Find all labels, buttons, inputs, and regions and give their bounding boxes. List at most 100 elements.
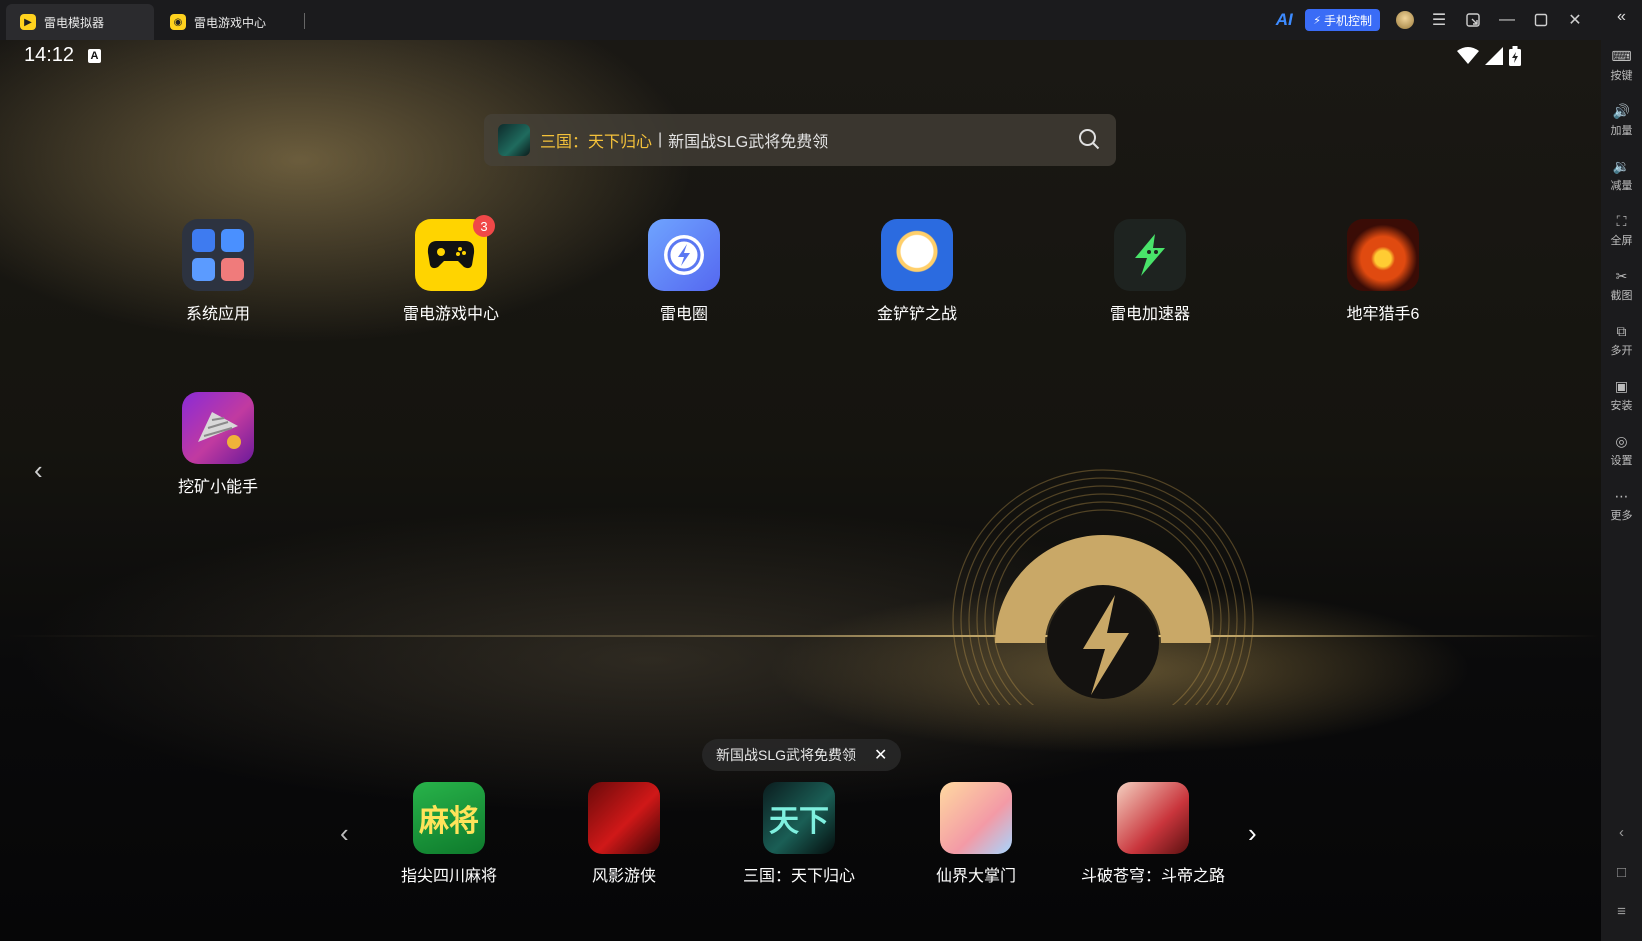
sidebar-label: 安装 — [1610, 400, 1633, 412]
search-text: 新国战SLG武将免费领 — [668, 134, 829, 151]
previous-page-arrow-icon[interactable]: ‹ — [34, 455, 43, 486]
notification-badge: 3 — [473, 215, 495, 237]
app-system-apps[interactable]: 系统应用 — [143, 219, 293, 324]
dock-app-sanguo[interactable]: 天下 三国：天下归心 — [714, 782, 884, 886]
phone-control-button[interactable]: 手机控制 — [1305, 9, 1380, 31]
app-label: 指尖四川麻将 — [400, 868, 497, 885]
android-home-icon[interactable]: □ — [1601, 864, 1642, 881]
sidebar-item-screenshot[interactable]: ✂ 截图 — [1601, 267, 1642, 303]
window-controls: AI 手机控制 ☰ — ✕ — [1267, 0, 1642, 40]
search-icon[interactable] — [1078, 128, 1100, 150]
mini-window-button[interactable] — [1456, 0, 1490, 40]
game-heroine-icon — [1117, 782, 1189, 854]
game-calligraphy-icon: 天下 — [763, 782, 835, 854]
maximize-button[interactable] — [1524, 0, 1558, 40]
close-button[interactable]: ✕ — [1558, 0, 1592, 40]
title-bar: ▶ 雷电模拟器 ◉ 雷电游戏中心 AI 手机控制 ☰ — ✕ — [0, 0, 1642, 40]
sidebar-item-install[interactable]: ▣ 安装 — [1601, 377, 1642, 413]
close-icon: ✕ — [1568, 12, 1582, 29]
ldplayer-logo-wallpaper-icon — [952, 469, 1254, 705]
android-back-icon[interactable]: ‹ — [1601, 824, 1642, 841]
android-screen: 14:12 A 三国：天下归心 | 新国战SLG武将免费领 系统应用 3 雷电游… — [0, 40, 1601, 941]
minimize-button[interactable]: — — [1490, 0, 1524, 40]
app-game-center[interactable]: 3 雷电游戏中心 — [376, 215, 526, 324]
app-label: 仙界大掌门 — [935, 868, 1016, 885]
sidebar-label: 减量 — [1610, 180, 1633, 192]
promo-tooltip: 新国战SLG武将免费领 ✕ — [702, 739, 902, 771]
dock-app-doupo[interactable]: 斗破苍穹：斗帝之路 — [1068, 782, 1238, 886]
gamepad-icon: 3 — [415, 215, 495, 291]
apk-install-icon: ▣ — [1614, 378, 1629, 394]
app-label: 雷电加速器 — [1109, 306, 1190, 323]
dock-next-arrow-icon[interactable]: › — [1248, 818, 1257, 849]
app-label: 挖矿小能手 — [177, 479, 258, 496]
tab-game-center[interactable]: ◉ 雷电游戏中心 — [156, 4, 296, 40]
app-label: 斗破苍穹：斗帝之路 — [1080, 868, 1225, 885]
tab-divider — [304, 13, 305, 29]
wallpaper-horizon — [0, 635, 1601, 637]
settings-icon: ◎ — [1615, 433, 1628, 449]
more-icon: ⋯ — [1614, 488, 1629, 504]
dock-prev-arrow-icon[interactable]: ‹ — [340, 818, 349, 849]
sidebar-label: 更多 — [1610, 510, 1633, 522]
game-penguin-icon — [881, 219, 953, 291]
sidebar-item-settings[interactable]: ◎ 设置 — [1601, 432, 1642, 468]
close-icon[interactable]: ✕ — [874, 745, 887, 765]
battery-charging-icon — [1509, 46, 1521, 66]
dock-app-xianjie[interactable]: 仙界大掌门 — [891, 782, 1061, 886]
sidebar-item-fullscreen[interactable]: ⛶ 全屏 — [1601, 212, 1642, 248]
game-fairy-icon — [940, 782, 1012, 854]
keyboard-indicator-icon: A — [88, 49, 101, 63]
system-apps-folder-icon — [182, 219, 254, 291]
app-mining[interactable]: 挖矿小能手 — [143, 392, 293, 497]
phone-control-label: 手机控制 — [1323, 13, 1372, 28]
sidebar-label: 截图 — [1610, 290, 1633, 302]
app-label: 三国：天下归心 — [742, 868, 855, 885]
sidebar-item-volume-down[interactable]: 🔉 减量 — [1601, 157, 1642, 193]
tab-label: 雷电游戏中心 — [194, 15, 267, 30]
scissors-icon: ✂ — [1615, 268, 1628, 284]
search-separator: | — [658, 131, 663, 148]
app-label: 风影游侠 — [591, 868, 656, 885]
accelerator-icon — [1114, 219, 1186, 291]
sidebar-item-multi-instance[interactable]: ⧉ 多开 — [1601, 322, 1642, 358]
signal-icon — [1485, 47, 1503, 65]
sidebar-item-volume-up[interactable]: 🔊 加量 — [1601, 102, 1642, 138]
dock-app-mahjong[interactable]: 麻将 指尖四川麻将 — [364, 782, 534, 886]
sidebar-label: 按键 — [1610, 70, 1633, 82]
mini-window-icon — [1466, 13, 1480, 27]
ai-label: AI — [1275, 10, 1293, 29]
app-label: 系统应用 — [185, 306, 250, 323]
keyboard-icon: ⌨ — [1611, 48, 1632, 64]
app-accelerator[interactable]: 雷电加速器 — [1075, 219, 1225, 324]
app-dungeon-hunter[interactable]: 地牢猎手6 — [1308, 219, 1458, 324]
android-recents-icon[interactable]: ≡ — [1601, 903, 1642, 920]
multi-instance-icon: ⧉ — [1616, 323, 1627, 339]
game-sword-icon — [588, 782, 660, 854]
gamepad-icon: ◉ — [170, 14, 186, 30]
volume-up-icon: 🔊 — [1612, 103, 1631, 119]
tab-emulator[interactable]: ▶ 雷电模拟器 — [6, 4, 154, 40]
app-label: 雷电圈 — [659, 306, 708, 323]
search-bar[interactable]: 三国：天下归心 | 新国战SLG武将免费领 — [484, 114, 1116, 166]
ai-button[interactable]: AI — [1267, 0, 1301, 40]
tab-label: 雷电模拟器 — [44, 15, 105, 30]
collapse-sidebar-icon[interactable]: « — [1601, 8, 1642, 26]
fullscreen-icon: ⛶ — [1616, 213, 1627, 229]
sidebar-label: 设置 — [1610, 455, 1633, 467]
dock-app-fengying[interactable]: 风影游侠 — [539, 782, 709, 886]
sidebar-label: 全屏 — [1610, 235, 1633, 247]
sidebar-item-more[interactable]: ⋯ 更多 — [1601, 487, 1642, 523]
menu-button[interactable]: ☰ — [1422, 0, 1456, 40]
hamburger-icon: ☰ — [1431, 12, 1447, 29]
account-avatar[interactable] — [1388, 0, 1422, 40]
app-ld-circle[interactable]: 雷电圈 — [609, 219, 759, 324]
sidebar-item-keymapping[interactable]: ⌨ 按键 — [1601, 47, 1642, 83]
app-jinchanchan[interactable]: 金铲铲之战 — [842, 219, 992, 324]
game-mahjong-icon: 麻将 — [413, 782, 485, 854]
sidebar-label: 多开 — [1610, 345, 1633, 357]
minimize-icon: — — [1499, 11, 1515, 28]
game-thumbnail-icon — [498, 124, 530, 156]
status-time: 14:12 — [24, 44, 75, 66]
game-dragon-icon — [1347, 219, 1419, 291]
